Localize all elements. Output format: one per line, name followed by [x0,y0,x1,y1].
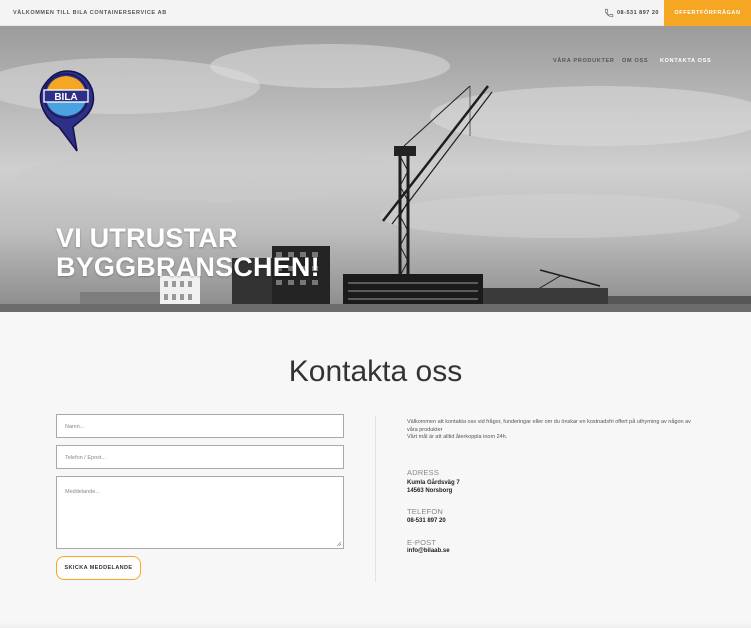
footer-edge [0,620,751,628]
phone-email-input[interactable]: Telefon / Epost... [56,445,344,469]
address-line1: Kumla Gårdsväg 7 [407,480,460,486]
resize-handle-icon[interactable] [336,541,342,547]
topbar-phone-number: 08-531 897 20 [617,10,659,16]
contact-intro: Välkommen att kontakta oss vid frågor, f… [407,419,699,442]
topbar-phone[interactable]: 08-531 897 20 [604,7,659,19]
name-input[interactable]: Namn... [56,414,344,438]
nav-contact-us[interactable]: KONTAKTA OSS [660,58,711,64]
top-bar: VÄLKOMMEN TILL BILA CONTAINERSERVICE AB … [0,0,751,26]
nav-about-us[interactable]: OM OSS [622,58,648,64]
email-link[interactable]: info@bilaab.se [407,547,450,555]
column-divider [375,416,376,582]
message-textarea[interactable]: Meddelande... [56,476,344,549]
nav-our-products[interactable]: VÅRA PRODUKTER [553,58,615,64]
phone-label: TELEFON [407,507,443,516]
message-placeholder: Meddelande... [65,489,100,495]
hero-headline: VI UTRUSTAR BYGGBRANSCHEN! [56,224,320,282]
contact-title: Kontakta oss [288,355,463,388]
phone-icon [604,8,614,18]
phone-email-placeholder: Telefon / Epost... [65,455,106,461]
bila-logo[interactable]: BILA [37,69,95,153]
address-line2: 14563 Norsborg [407,488,453,494]
quote-request-button[interactable]: OFFERTFÖRFRÅGAN [664,0,751,26]
logo-text: BILA [54,92,77,103]
email-label: E-POST [407,538,437,547]
bila-logo-image: BILA [39,70,95,152]
send-message-button[interactable]: SKICKA MEDDELANDE [56,556,141,580]
address-label: ADRESS [407,468,440,477]
hero-headline-line1: VI UTRUSTAR [56,223,238,253]
welcome-text: VÄLKOMMEN TILL BILA CONTAINERSERVICE AB [13,10,167,16]
name-input-placeholder: Namn... [65,424,85,430]
contact-intro-line1: Välkommen att kontakta oss vid frågor, f… [407,419,691,433]
hero-banner: BILA VÅRA PRODUKTER OM OSS KONTAKTA OSS … [0,26,751,312]
phone-value[interactable]: 08-531 897 20 [407,517,446,525]
hero-headline-line2: BYGGBRANSCHEN! [56,252,320,282]
contact-intro-line2: Vårt mål är att alltid återkoppla inom 2… [407,434,508,440]
